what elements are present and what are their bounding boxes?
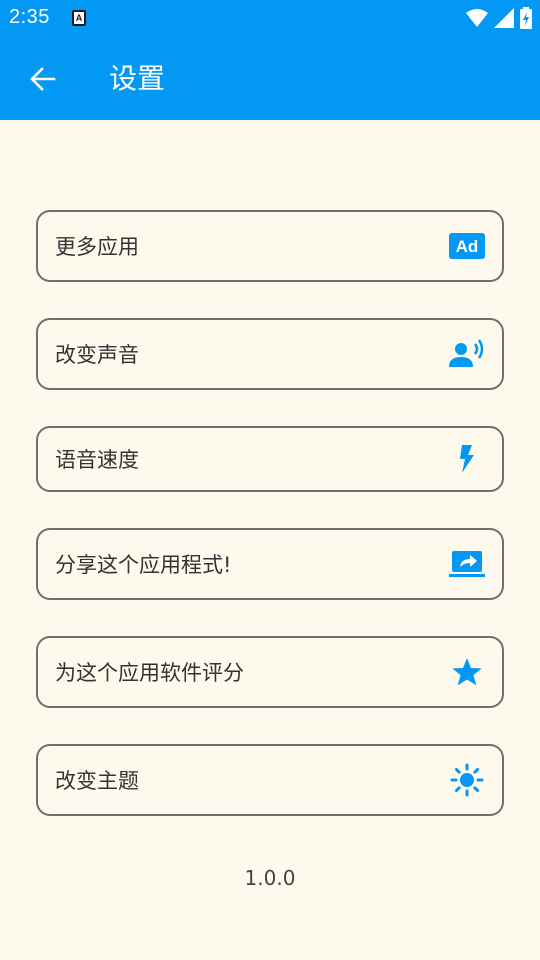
bolt-icon <box>448 440 486 478</box>
status-time: 2:35 <box>9 6 50 28</box>
status-bar: 2:35 A <box>0 0 540 36</box>
menu-item-label: 更多应用 <box>55 235 139 259</box>
system-icons <box>466 7 532 29</box>
menu-item-label: 语音速度 <box>55 448 139 472</box>
menu-item-change-theme[interactable]: 改变主题 <box>36 744 504 816</box>
menu-item-label: 为这个应用软件评分 <box>55 661 244 685</box>
menu-item-share-app[interactable]: 分享这个应用程式! <box>36 528 504 600</box>
signal-icon <box>494 8 514 28</box>
menu-item-label: 改变声音 <box>55 343 139 367</box>
star-icon <box>448 653 486 691</box>
menu-item-rate-app[interactable]: 为这个应用软件评分 <box>36 636 504 708</box>
menu-item-label: 分享这个应用程式! <box>55 553 232 577</box>
wifi-icon <box>466 9 488 27</box>
version-label: 1.0.0 <box>244 866 296 890</box>
notification-icon: A <box>72 10 86 26</box>
back-arrow-icon[interactable] <box>26 62 60 96</box>
svg-text:Ad: Ad <box>456 237 479 256</box>
voice-icon <box>448 335 486 373</box>
menu-item-more-apps[interactable]: 更多应用 Ad <box>36 210 504 282</box>
brightness-icon <box>448 761 486 799</box>
page-title: 设置 <box>109 62 166 95</box>
battery-icon <box>520 7 532 29</box>
share-screen-icon <box>448 545 486 583</box>
ad-icon: Ad <box>448 227 486 265</box>
menu-item-voice-speed[interactable]: 语音速度 <box>36 426 504 492</box>
menu-item-label: 改变主题 <box>55 769 139 793</box>
notification-letter: A <box>75 13 83 23</box>
app-bar: 2:35 A 设置 <box>0 0 540 120</box>
menu-item-change-voice[interactable]: 改变声音 <box>36 318 504 390</box>
